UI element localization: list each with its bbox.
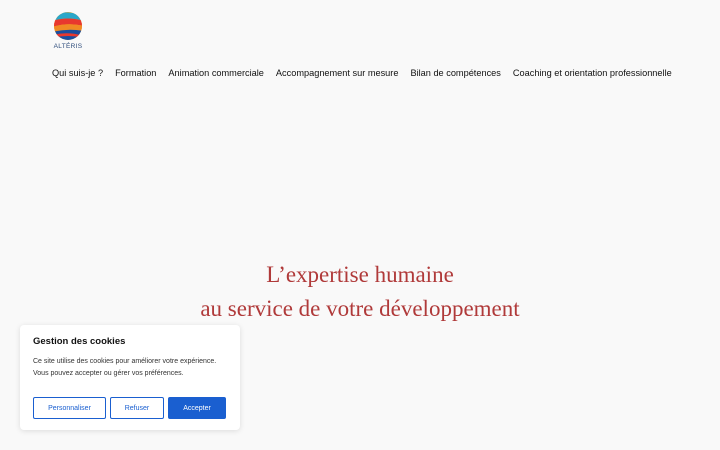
- nav-item-animation-commerciale[interactable]: Animation commerciale: [168, 68, 263, 78]
- nav-item-qui-suis-je[interactable]: Qui suis-je ?: [52, 68, 103, 78]
- refuse-button[interactable]: Refuser: [110, 397, 164, 419]
- site-logo[interactable]: ALTÉRIS: [52, 10, 84, 56]
- logo-wordmark: ALTÉRIS: [53, 43, 83, 50]
- cookie-buttons: Personnaliser Refuser Accepter: [33, 397, 226, 419]
- hero-line-2: au service de votre développement: [200, 296, 520, 321]
- logo-globe-icon: [54, 12, 82, 40]
- accept-button[interactable]: Accepter: [168, 397, 226, 419]
- nav-item-accompagnement[interactable]: Accompagnement sur mesure: [276, 68, 399, 78]
- main-navigation: Qui suis-je ? Formation Animation commer…: [52, 68, 672, 78]
- nav-item-coaching[interactable]: Coaching et orientation professionnelle: [513, 68, 672, 78]
- hero-line-1: L’expertise humaine: [266, 262, 454, 287]
- cookie-banner: Gestion des cookies Ce site utilise des …: [20, 325, 240, 430]
- nav-item-formation[interactable]: Formation: [115, 68, 156, 78]
- nav-item-bilan-competences[interactable]: Bilan de compétences: [410, 68, 500, 78]
- cookie-title: Gestion des cookies: [33, 336, 126, 347]
- customize-button[interactable]: Personnaliser: [33, 397, 106, 419]
- cookie-text: Ce site utilise des cookies pour amélior…: [33, 358, 217, 377]
- hero-heading: L’expertise humaine au service de votre …: [0, 258, 720, 326]
